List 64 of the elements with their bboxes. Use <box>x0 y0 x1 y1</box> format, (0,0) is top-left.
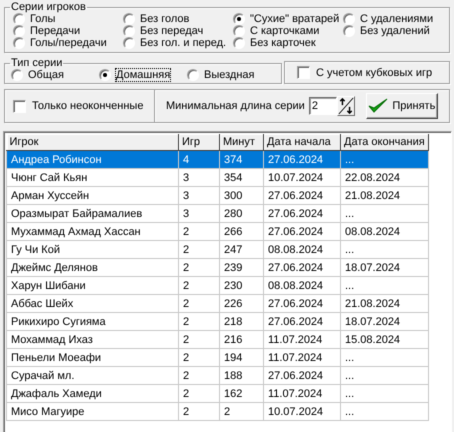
radio-button[interactable] <box>233 25 245 37</box>
table-row[interactable]: Арман Хуссейн 3 300 27.06.2024 21.08.2024 <box>6 186 428 204</box>
group-title: Тип серии <box>10 57 64 69</box>
table-row[interactable]: Мисо Магуире 2 2 10.07.2024 ... <box>6 402 428 420</box>
table-row[interactable]: Оразмырат Байрамалиев 3 280 27.06.2024 ... <box>6 204 428 222</box>
radio-button[interactable] <box>233 13 245 25</box>
radio-button[interactable] <box>343 25 355 37</box>
table-row[interactable]: Чюнг Сай Кьян 3 354 10.07.2024 22.08.2024 <box>6 168 428 186</box>
radio-button[interactable] <box>233 37 245 49</box>
table-cell: ... <box>340 402 428 420</box>
check-icon <box>368 98 388 114</box>
table-row[interactable]: Рикихиро Сугияма 2 218 27.06.2024 18.07.2024 <box>6 312 428 330</box>
field-label: Минимальная длина серии <box>166 100 305 112</box>
column-header[interactable]: Игр <box>178 134 220 150</box>
radio-label[interactable]: Без передач <box>140 25 204 37</box>
checkbox-label[interactable]: С учетом кубковых игр <box>316 66 432 78</box>
radio-label[interactable]: Голы <box>30 13 56 25</box>
radio-button[interactable] <box>11 69 23 81</box>
spin-button[interactable] <box>336 96 355 116</box>
radio-label[interactable]: Без удалений <box>360 25 430 37</box>
column-header[interactable]: Минут <box>220 134 264 150</box>
table-row[interactable]: Мохаммад Ихаз 2 216 11.07.2024 15.08.2024 <box>6 330 428 348</box>
radio-button[interactable] <box>13 25 25 37</box>
radio-label[interactable]: Голы/передачи <box>30 37 107 49</box>
table-row[interactable]: Харун Шибани 2 230 08.08.2024 ... <box>6 276 428 294</box>
radio-button[interactable] <box>123 25 135 37</box>
radio-label[interactable]: Без голов <box>140 13 190 25</box>
radio-button[interactable] <box>99 69 111 81</box>
table-row[interactable]: Аббас Шейх 2 226 27.06.2024 21.08.2024 <box>6 294 428 312</box>
column-header[interactable]: Игрок <box>6 134 178 150</box>
radio-label[interactable]: С карточками <box>250 25 320 37</box>
table-row[interactable]: Гу Чи Кой 2 247 08.08.2024 ... <box>6 240 428 258</box>
table-row[interactable]: Джеймс Делянов 2 239 27.06.2024 18.07.2024 <box>6 258 428 276</box>
column-header[interactable]: Дата начала <box>264 134 340 150</box>
table-row[interactable]: Сурачай мл. 2 188 27.06.2024 ... <box>6 366 428 384</box>
radio-button[interactable] <box>343 13 355 25</box>
radio-button[interactable] <box>13 37 25 49</box>
checkbox-label[interactable]: Только неоконченные <box>32 100 144 112</box>
table-row[interactable]: Андреа Робинсон 4 374 27.06.2024 ... <box>6 150 428 168</box>
radio-button[interactable] <box>123 37 135 49</box>
table-row[interactable]: Джафаль Хамеди 2 162 11.07.2024 ... <box>6 384 428 402</box>
radio-button[interactable] <box>13 13 25 25</box>
apply-button[interactable]: Принять <box>366 93 438 119</box>
radio-label[interactable]: Без карточек <box>250 37 316 49</box>
table-cell: 2 <box>220 402 264 420</box>
radio-label[interactable]: "Сухие" вратарей <box>250 13 340 25</box>
radio-button[interactable] <box>123 13 135 25</box>
table-cell: 2 <box>178 402 220 420</box>
radio-label[interactable]: Передачи <box>30 25 80 37</box>
table-cell: Мисо Магуире <box>6 402 178 420</box>
table-cell: 10.07.2024 <box>264 402 340 420</box>
radio-label[interactable]: Без гол. и перед. <box>140 37 226 49</box>
table-row[interactable]: Мухаммад Ахмад Хассан 2 266 27.06.2024 08.08.2024 <box>6 222 428 240</box>
input-field[interactable]: 2 <box>308 97 337 115</box>
radio-label[interactable]: Общая <box>28 69 64 81</box>
radio-label[interactable]: Домашняя <box>116 69 170 81</box>
radio-label[interactable]: С удалениями <box>360 13 434 25</box>
checkbox[interactable] <box>297 66 310 79</box>
table-row[interactable]: Пеньели Моеафи 2 194 11.07.2024 ... <box>6 348 428 366</box>
radio-button[interactable] <box>187 69 199 81</box>
radio-label[interactable]: Выездная <box>204 69 254 81</box>
column-header[interactable]: Дата окончания <box>340 134 428 150</box>
group-title: Серии игроков <box>10 1 87 13</box>
checkbox[interactable] <box>13 100 26 112</box>
